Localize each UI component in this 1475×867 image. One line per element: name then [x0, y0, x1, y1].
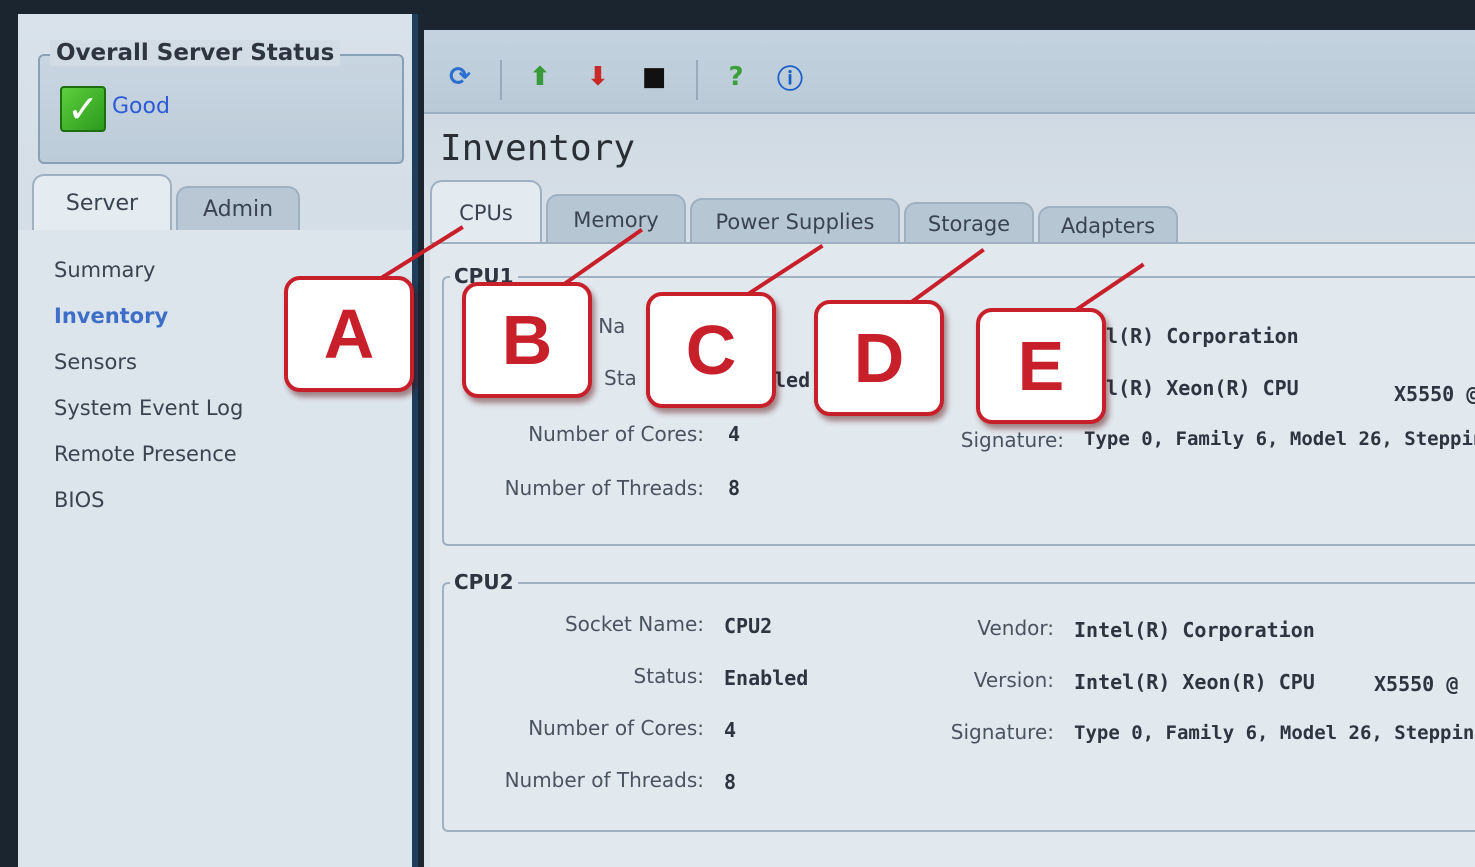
cpu2-signature-value: Type 0, Family 6, Model 26, Stepping	[1074, 722, 1475, 744]
cpu2-version-value: Intel(R) Xeon(R) CPU	[1074, 670, 1315, 694]
cpu1-cores-label: Number of Cores:	[528, 422, 704, 446]
cpu1-threads-value: 8	[728, 476, 741, 500]
callout-e: E	[976, 308, 1106, 424]
cpu2-version-model: X5550 @	[1374, 672, 1459, 696]
help-icon[interactable]: ?	[720, 60, 752, 94]
overall-status-title: Overall Server Status	[50, 40, 341, 66]
cpu2-cores-value: 4	[724, 718, 737, 742]
cpu1-status-label-fragment: Sta	[604, 366, 637, 390]
callout-d: D	[814, 300, 944, 416]
cpu2-status-value: Enabled	[724, 666, 809, 690]
cpu2-socket-value: CPU2	[724, 614, 773, 638]
inventory-tab-bar: CPUs Memory Power Supplies Storage Adapt…	[430, 180, 1475, 244]
power-off-icon[interactable]: ⬇	[582, 60, 614, 94]
cpu1-version-value: el(R) Xeon(R) CPU	[1094, 376, 1299, 400]
callout-a: A	[284, 276, 414, 392]
cpu2-group: CPU2 Socket Name: CPU2 Status: Enabled N…	[442, 570, 1475, 832]
nav-item-bios[interactable]: BIOS	[54, 488, 104, 512]
cpu2-threads-value: 8	[724, 770, 737, 794]
nav-item-system-event-log[interactable]: System Event Log	[54, 396, 243, 420]
tab-storage[interactable]: Storage	[904, 202, 1034, 244]
cpu1-status-value: led	[774, 368, 811, 392]
cpu2-signature-label: Signature:	[950, 720, 1054, 744]
tab-memory[interactable]: Memory	[546, 194, 686, 244]
nav-item-sensors[interactable]: Sensors	[54, 350, 137, 374]
cpu1-signature-value: Type 0, Family 6, Model 26, Stepping	[1084, 428, 1475, 450]
main-panel: ⟳ ⬆ ⬇ ■ ? ⓘ Inventory CPUs Memory Power …	[424, 30, 1475, 867]
checkmark-icon: ✓	[60, 86, 106, 132]
cpu2-version-label: Version:	[973, 668, 1054, 692]
toolbar: ⟳ ⬆ ⬇ ■ ? ⓘ	[424, 30, 1475, 114]
cpu1-version-model: X5550 @	[1394, 382, 1475, 406]
nav-item-remote-presence[interactable]: Remote Presence	[54, 442, 237, 466]
cpu2-cores-label: Number of Cores:	[528, 716, 704, 740]
overall-status-box: Overall Server Status ✓ Good	[38, 40, 404, 164]
page-title: Inventory	[440, 128, 636, 169]
cpu1-cores-value: 4	[728, 422, 741, 446]
status-value: Good	[112, 94, 170, 119]
info-icon[interactable]: ⓘ	[774, 60, 806, 95]
left-panel: Overall Server Status ✓ Good Server Admi…	[18, 14, 418, 867]
tab-adapters[interactable]: Adapters	[1038, 206, 1178, 244]
cpu2-vendor-value: Intel(R) Corporation	[1074, 618, 1315, 642]
cpu1-signature-label: Signature:	[960, 428, 1064, 452]
tab-admin[interactable]: Admin	[176, 186, 300, 230]
callout-c: C	[646, 292, 776, 408]
nav-item-summary[interactable]: Summary	[54, 258, 155, 282]
callout-b: B	[462, 282, 592, 398]
cpu2-vendor-label: Vendor:	[977, 616, 1054, 640]
tab-server[interactable]: Server	[32, 174, 172, 230]
cpu1-group: CPU1 t Na Sta led Number of Cores: 4 Num…	[442, 264, 1475, 546]
refresh-icon[interactable]: ⟳	[444, 60, 476, 94]
cpu2-socket-label: Socket Name:	[564, 612, 704, 636]
cpu1-threads-label: Number of Threads:	[504, 476, 704, 500]
cpu1-vendor-value: el(R) Corporation	[1094, 324, 1299, 348]
toolbar-separator	[500, 60, 502, 100]
tab-power-supplies[interactable]: Power Supplies	[690, 198, 900, 244]
cpu2-legend: CPU2	[450, 570, 518, 594]
nav-item-inventory[interactable]: Inventory	[54, 304, 168, 328]
console-icon[interactable]: ■	[638, 60, 670, 94]
cpu2-status-label: Status:	[633, 664, 704, 688]
cpu2-threads-label: Number of Threads:	[504, 768, 704, 792]
toolbar-separator	[696, 60, 698, 100]
power-on-icon[interactable]: ⬆	[524, 60, 556, 94]
